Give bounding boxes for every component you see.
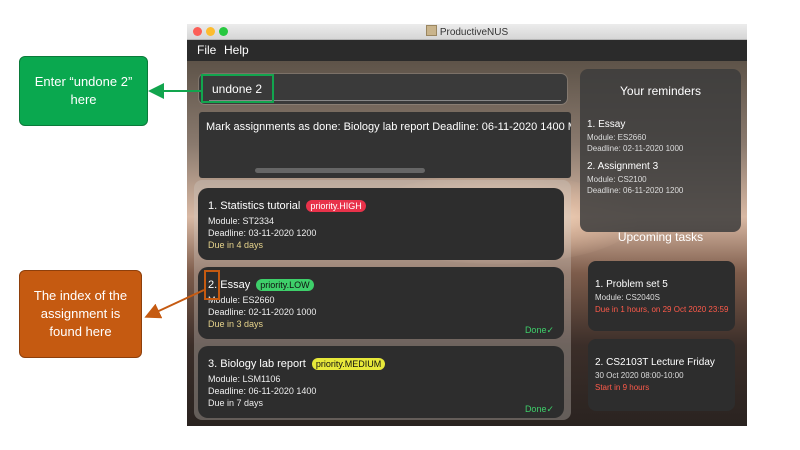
title-bar: ProductiveNUS bbox=[187, 24, 747, 40]
reminders-panel: Your reminders 1. Essay Module: ES2660 D… bbox=[580, 69, 741, 232]
assignment-name: Biology lab report bbox=[220, 358, 306, 370]
callout-index-text: The index of the assignment is found her… bbox=[33, 288, 128, 339]
reminders-title: Your reminders bbox=[620, 84, 701, 98]
priority-badge: priority.MEDIUM bbox=[311, 358, 386, 370]
assignment-card[interactable]: 3. Biology lab report priority.MEDIUM Mo… bbox=[198, 346, 564, 418]
assignment-deadline: Deadline: 02-11-2020 1000 bbox=[208, 307, 317, 317]
window-title: ProductiveNUS bbox=[187, 25, 747, 38]
menu-file[interactable]: File bbox=[197, 43, 216, 57]
task-time: Start in 9 hours bbox=[595, 383, 650, 392]
callout-enter-command: Enter “undone 2” here bbox=[19, 56, 148, 126]
assignment-due: Due in 4 days bbox=[208, 240, 264, 250]
menu-help[interactable]: Help bbox=[224, 43, 249, 57]
assignment-deadline: Deadline: 03-11-2020 1200 bbox=[208, 228, 317, 238]
assignment-card[interactable]: 2. Essay priority.LOW Module: ES2660 Dea… bbox=[198, 267, 564, 339]
app-icon bbox=[425, 25, 437, 36]
assignment-heading: 2. Essay priority.LOW bbox=[208, 279, 314, 291]
assignment-due: Due in 3 days bbox=[208, 319, 264, 329]
assignment-heading: 1. Statistics tutorial priority.HIGH bbox=[208, 200, 366, 212]
assignment-module: Module: LSM1106 bbox=[208, 374, 281, 384]
result-display: Mark assignments as done: Biology lab re… bbox=[199, 112, 571, 178]
assignment-module: Module: ST2334 bbox=[208, 216, 275, 226]
menu-bar: File Help bbox=[187, 40, 747, 61]
upcoming-task-item[interactable]: 1. Problem set 5 Module: CS2040S Due in … bbox=[588, 261, 735, 331]
reminder-deadline: Deadline: 02-11-2020 1000 bbox=[587, 144, 684, 153]
reminder-title: 1. Essay bbox=[587, 119, 626, 130]
done-indicator: Done✓ bbox=[524, 404, 554, 414]
reminder-module: Module: ES2660 bbox=[587, 133, 647, 142]
task-title: 1. Problem set 5 bbox=[595, 279, 668, 290]
assignment-name: Essay bbox=[220, 279, 251, 291]
task-time: Due in 1 hours, on 29 Oct 2020 23:59 bbox=[595, 305, 729, 314]
reminder-title: 2. Assignment 3 bbox=[587, 161, 659, 172]
assignment-deadline: Deadline: 06-11-2020 1400 bbox=[208, 386, 317, 396]
result-text: Mark assignments as done: Biology lab re… bbox=[206, 121, 571, 133]
upcoming-title: Upcoming tasks bbox=[617, 230, 704, 244]
priority-badge: priority.LOW bbox=[256, 279, 314, 291]
task-title: 2. CS2103T Lecture Friday bbox=[595, 357, 715, 368]
upcoming-task-item[interactable]: 2. CS2103T Lecture Friday 30 Oct 2020 08… bbox=[588, 339, 735, 411]
task-sub: Module: CS2040S bbox=[595, 293, 660, 302]
index-highlight-box bbox=[204, 270, 220, 300]
command-highlight-box bbox=[201, 74, 274, 103]
assignment-card[interactable]: 1. Statistics tutorial priority.HIGH Mod… bbox=[198, 188, 564, 260]
reminder-module: Module: CS2100 bbox=[587, 175, 647, 184]
assignment-index: 3. bbox=[208, 358, 218, 370]
reminder-deadline: Deadline: 06-11-2020 1200 bbox=[587, 186, 684, 195]
assignment-index: 1. bbox=[208, 200, 218, 212]
result-scrollbar[interactable] bbox=[255, 168, 425, 173]
callout-index-info: The index of the assignment is found her… bbox=[19, 270, 142, 358]
assignment-name: Statistics tutorial bbox=[220, 200, 301, 212]
priority-badge: priority.HIGH bbox=[306, 200, 366, 212]
window-title-text: ProductiveNUS bbox=[439, 27, 509, 38]
assignment-due: Due in 7 days bbox=[208, 398, 264, 408]
done-indicator: Done✓ bbox=[524, 325, 554, 335]
task-sub: 30 Oct 2020 08:00-10:00 bbox=[595, 371, 684, 380]
assignment-heading: 3. Biology lab report priority.MEDIUM bbox=[208, 358, 386, 370]
callout-enter-text: Enter “undone 2” here bbox=[34, 74, 133, 107]
